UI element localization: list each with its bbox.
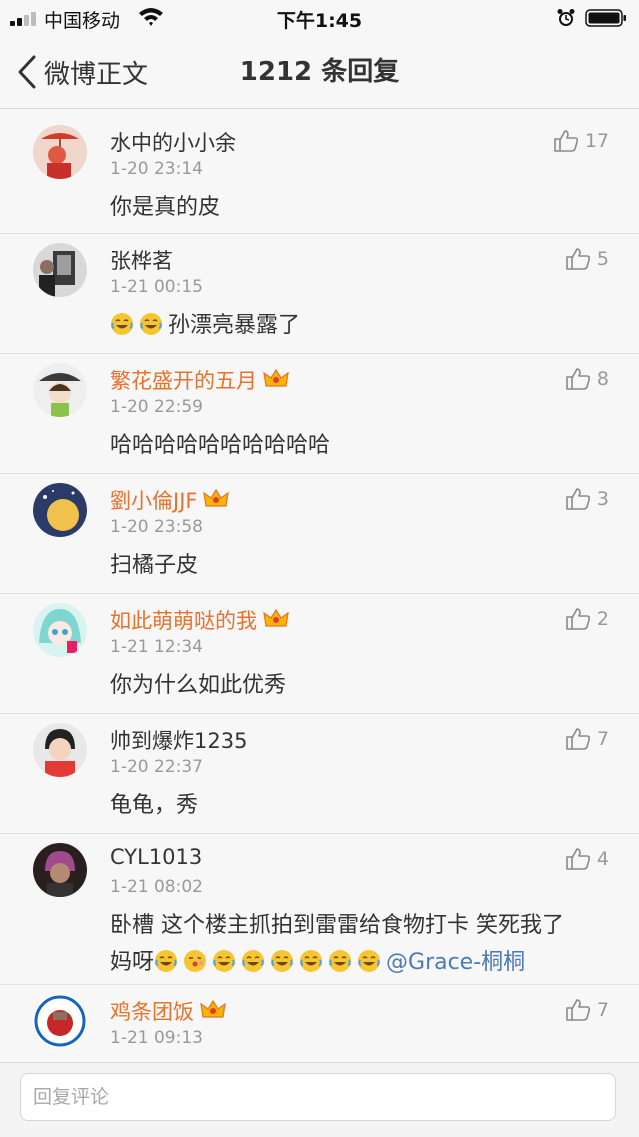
username[interactable]: 劉小倫JJF (110, 485, 230, 515)
comment-text: 龟龟，秀 (110, 793, 199, 818)
avatar[interactable] (33, 125, 87, 179)
avatar[interactable] (33, 363, 87, 417)
laughing-crying-emoji-icon (300, 950, 323, 972)
comment-item[interactable]: 鸡条团饭 1-21 09:13 7 (0, 984, 639, 1064)
thumbs-up-icon (566, 488, 590, 510)
comment-text: 扫橘子皮 (110, 553, 199, 578)
comment-time: 1-20 23:14 (110, 159, 203, 179)
page-title: 1212 条回复 (239, 57, 400, 87)
like-count: 8 (596, 368, 609, 390)
comment-item[interactable]: 劉小倫JJF 1-20 23:58 扫橘子皮 3 (0, 473, 639, 594)
like-count: 17 (584, 130, 609, 152)
like-button[interactable]: 7 (565, 998, 609, 1022)
avatar[interactable] (33, 843, 87, 897)
avatar[interactable] (33, 243, 87, 297)
like-count: 3 (596, 488, 609, 510)
like-count: 2 (596, 608, 609, 630)
username[interactable]: 水中的小小余 (110, 127, 236, 157)
comment-text-line: 妈呀 @Grace-桐桐 (110, 950, 526, 975)
vip-crown-icon (263, 608, 289, 627)
username[interactable]: 如此萌萌哒的我 (110, 605, 289, 635)
username[interactable]: 繁花盛开的五月 (110, 365, 289, 395)
avatar[interactable] (33, 603, 87, 657)
reply-comment-input[interactable] (20, 1073, 616, 1121)
thumbs-up-icon (566, 368, 590, 390)
avatar[interactable] (33, 483, 87, 537)
thumbs-up-icon (566, 608, 590, 630)
status-time: 下午1:45 (276, 10, 363, 32)
avatar[interactable] (33, 723, 87, 777)
laughing-crying-emoji-icon (242, 950, 265, 972)
like-count: 4 (596, 848, 609, 870)
comment-item[interactable]: 帅到爆炸1235 1-20 22:37 龟龟，秀 7 (0, 713, 639, 834)
comment-item[interactable]: 水中的小小余 1-20 23:14 你是真的皮 17 (0, 115, 639, 234)
laughing-crying-emoji-icon (111, 313, 133, 335)
reply-bar (0, 1062, 639, 1137)
like-button[interactable]: 2 (565, 607, 609, 631)
comment-time: 1-20 23:58 (110, 517, 203, 537)
comment-item[interactable]: CYL1013 1-21 08:02 卧槽 这个楼主抓拍到雷雷给食物打卡 笑死我… (0, 833, 639, 985)
like-count: 7 (596, 999, 609, 1021)
laughing-crying-emoji-icon (155, 950, 178, 972)
comment-text-line: 卧槽 这个楼主抓拍到雷雷给食物打卡 笑死我了 (110, 913, 564, 938)
thumbs-up-icon (554, 130, 578, 152)
username[interactable]: 帅到爆炸1235 (110, 725, 247, 755)
navigation-bar: 微博正文 1212 条回复 (0, 36, 639, 109)
vip-crown-icon (263, 368, 289, 387)
laughing-crying-emoji-icon (213, 950, 236, 972)
thumbs-up-icon (566, 728, 590, 750)
laughing-crying-emoji-icon (358, 950, 381, 972)
comment-item[interactable]: 张桦茗 1-21 00:15 孙漂亮暴露了 5 (0, 233, 639, 354)
comment-time: 1-20 22:37 (110, 757, 203, 777)
avatar[interactable] (33, 994, 87, 1048)
comment-text: 哈哈哈哈哈哈哈哈哈哈 (110, 433, 331, 458)
battery-icon (585, 9, 626, 27)
like-button[interactable]: 8 (565, 367, 609, 391)
vip-crown-icon (203, 488, 230, 507)
comment-time: 1-21 08:02 (110, 877, 203, 897)
user-mention-link[interactable]: @Grace-桐桐 (386, 950, 525, 975)
comment-item[interactable]: 繁花盛开的五月 1-20 22:59 哈哈哈哈哈哈哈哈哈哈 8 (0, 353, 639, 474)
comment-time: 1-21 00:15 (110, 277, 203, 297)
comment-text: 你为什么如此优秀 (110, 673, 287, 698)
like-button[interactable]: 5 (565, 247, 609, 271)
like-button[interactable]: 7 (565, 727, 609, 751)
comment-time: 1-21 09:13 (110, 1028, 203, 1048)
comment-time: 1-21 12:34 (110, 637, 203, 657)
comment-text: 你是真的皮 (110, 195, 221, 220)
comment-time: 1-20 22:59 (110, 397, 203, 417)
thumbs-up-icon (566, 848, 590, 870)
comment-text: 卧槽 这个楼主抓拍到雷雷给食物打卡 笑死我了 妈呀 @Grace-桐桐 (110, 907, 615, 981)
like-count: 5 (596, 248, 609, 270)
thumbs-up-icon (566, 999, 590, 1021)
comment-item[interactable]: 如此萌萌哒的我 1-21 12:34 你为什么如此优秀 2 (0, 593, 639, 714)
status-bar: 中国移动 下午1:45 (0, 0, 639, 36)
like-count: 7 (596, 728, 609, 750)
username[interactable]: 鸡条团饭 (110, 996, 226, 1026)
username[interactable]: 张桦茗 (110, 245, 173, 275)
like-button[interactable]: 3 (565, 487, 609, 511)
kiss-emoji-icon (184, 950, 207, 972)
laughing-crying-emoji-icon (140, 313, 162, 335)
like-button[interactable]: 17 (553, 129, 609, 153)
comment-text: 孙漂亮暴露了 (110, 307, 615, 344)
laughing-crying-emoji-icon (271, 950, 294, 972)
vip-crown-icon (200, 999, 226, 1018)
laughing-crying-emoji-icon (329, 950, 352, 972)
thumbs-up-icon (566, 248, 590, 270)
like-button[interactable]: 4 (565, 847, 609, 871)
username[interactable]: CYL1013 (110, 845, 202, 869)
alarm-clock-icon (557, 9, 575, 26)
